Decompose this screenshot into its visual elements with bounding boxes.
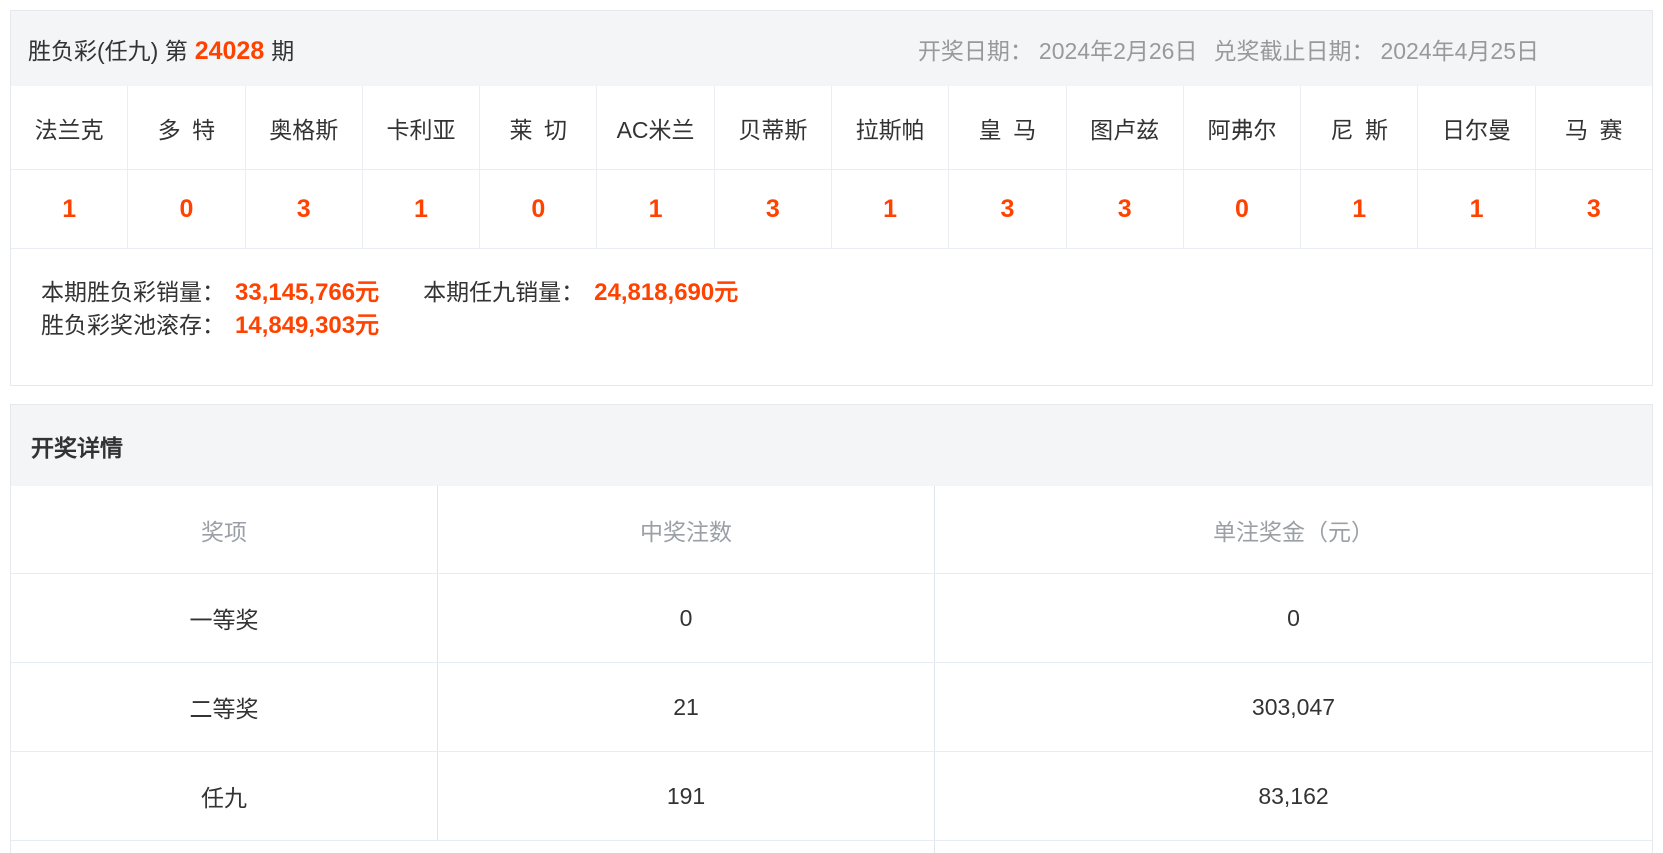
- team-name-cell: 日尔曼: [1418, 86, 1535, 169]
- team-name-cell: 莱 切: [480, 86, 597, 169]
- match-result-cell: 3: [715, 170, 832, 248]
- prize-name-cell: 二等奖: [11, 663, 438, 751]
- title-suffix: 期: [271, 38, 294, 64]
- match-result-cell: 1: [832, 170, 949, 248]
- prize-table-header: 奖项 中奖注数 单注奖金（元）: [11, 486, 1652, 574]
- result-card-header: 胜负彩(任九) 第 24028期 开奖日期：2024年2月26日兑奖截止日期：20…: [11, 11, 1652, 86]
- deadline-label: 兑奖截止日期：: [1213, 38, 1374, 64]
- pool-label: 胜负彩奖池滚存：: [41, 312, 225, 338]
- column-header-count: 中奖注数: [438, 486, 935, 573]
- match-result-cell: 1: [1418, 170, 1535, 248]
- prize-amount-cell: 83,162: [935, 752, 1652, 840]
- r9-sales-value: 24,818,690元: [594, 279, 738, 306]
- match-result-cell: 3: [949, 170, 1066, 248]
- prize-name-cell: 一等奖: [11, 574, 438, 662]
- draw-dates: 开奖日期：2024年2月26日兑奖截止日期：2024年4月25日: [918, 32, 1539, 66]
- column-header-amount: 单注奖金（元）: [935, 486, 1652, 573]
- match-result-cell: 1: [363, 170, 480, 248]
- draw-date-label: 开奖日期：: [918, 38, 1033, 64]
- title-prefix: 胜负彩(任九) 第: [28, 38, 188, 64]
- details-section-title: 开奖详情: [31, 429, 123, 463]
- prize-table-row: 任九19183,162: [11, 752, 1652, 841]
- winner-count-cell: 0: [438, 574, 935, 662]
- match-result-cell: 3: [1067, 170, 1184, 248]
- match-result-cell: 0: [480, 170, 597, 248]
- prize-table-row: 二等奖21303,047: [11, 663, 1652, 752]
- draw-date-value: 2024年2月26日: [1039, 38, 1198, 64]
- match-result-cell: 3: [1536, 170, 1652, 248]
- draw-details-card: 开奖详情 奖项 中奖注数 单注奖金（元） 一等奖00二等奖21303,047任九…: [10, 404, 1653, 853]
- team-name-cell: 皇 马: [949, 86, 1066, 169]
- deadline-value: 2024年4月25日: [1380, 38, 1539, 64]
- lottery-result-card: 胜负彩(任九) 第 24028期 开奖日期：2024年2月26日兑奖截止日期：20…: [10, 10, 1653, 386]
- prize-amount-cell: 0: [935, 574, 1652, 662]
- team-name-cell: 图卢兹: [1067, 86, 1184, 169]
- sfc-sales-label: 本期胜负彩销量：: [41, 279, 225, 305]
- period-number: 24028: [195, 37, 265, 65]
- team-name-cell: 多 特: [128, 86, 245, 169]
- r9-sales-label: 本期任九销量：: [423, 279, 584, 305]
- pool-value: 14,849,303元: [235, 312, 379, 339]
- column-header-prize: 奖项: [11, 486, 438, 573]
- team-name-cell: AC米兰: [597, 86, 714, 169]
- winner-count-cell: 21: [438, 663, 935, 751]
- match-result-cell: 1: [1301, 170, 1418, 248]
- match-result-cell: 3: [246, 170, 363, 248]
- match-result-cell: 0: [128, 170, 245, 248]
- details-section-bar: 开奖详情: [11, 405, 1652, 486]
- winner-count-cell: 191: [438, 752, 935, 840]
- prize-name-cell: 任九: [11, 752, 438, 840]
- team-name-cell: 阿弗尔: [1184, 86, 1301, 169]
- sales-line-1: 本期胜负彩销量： 33,145,766元 本期任九销量： 24,818,690元: [41, 276, 1652, 309]
- team-name-cell: 卡利亚: [363, 86, 480, 169]
- sales-summary: 本期胜负彩销量： 33,145,766元 本期任九销量： 24,818,690元 胜负…: [11, 249, 1652, 342]
- sales-line-2: 胜负彩奖池滚存： 14,849,303元: [41, 309, 1652, 342]
- prize-amount-cell: 303,047: [935, 663, 1652, 751]
- prize-table-body: 一等奖00二等奖21303,047任九19183,162: [11, 574, 1652, 841]
- teams-row: 法兰克多 特奥格斯卡利亚莱 切AC米兰贝蒂斯拉斯帕皇 马图卢兹阿弗尔尼 斯日尔曼…: [11, 86, 1652, 170]
- team-name-cell: 法兰克: [11, 86, 128, 169]
- team-name-cell: 拉斯帕: [832, 86, 949, 169]
- team-name-cell: 奥格斯: [246, 86, 363, 169]
- team-name-cell: 尼 斯: [1301, 86, 1418, 169]
- team-name-cell: 马 赛: [1536, 86, 1652, 169]
- match-result-cell: 0: [1184, 170, 1301, 248]
- match-result-cell: 1: [597, 170, 714, 248]
- sfc-sales-value: 33,145,766元: [235, 279, 379, 306]
- match-result-cell: 1: [11, 170, 128, 248]
- results-row: 10310131330113: [11, 170, 1652, 249]
- prize-table-partial-row: [11, 841, 1652, 853]
- page-title: 胜负彩(任九) 第 24028期: [28, 32, 294, 66]
- prize-table-row: 一等奖00: [11, 574, 1652, 663]
- team-name-cell: 贝蒂斯: [715, 86, 832, 169]
